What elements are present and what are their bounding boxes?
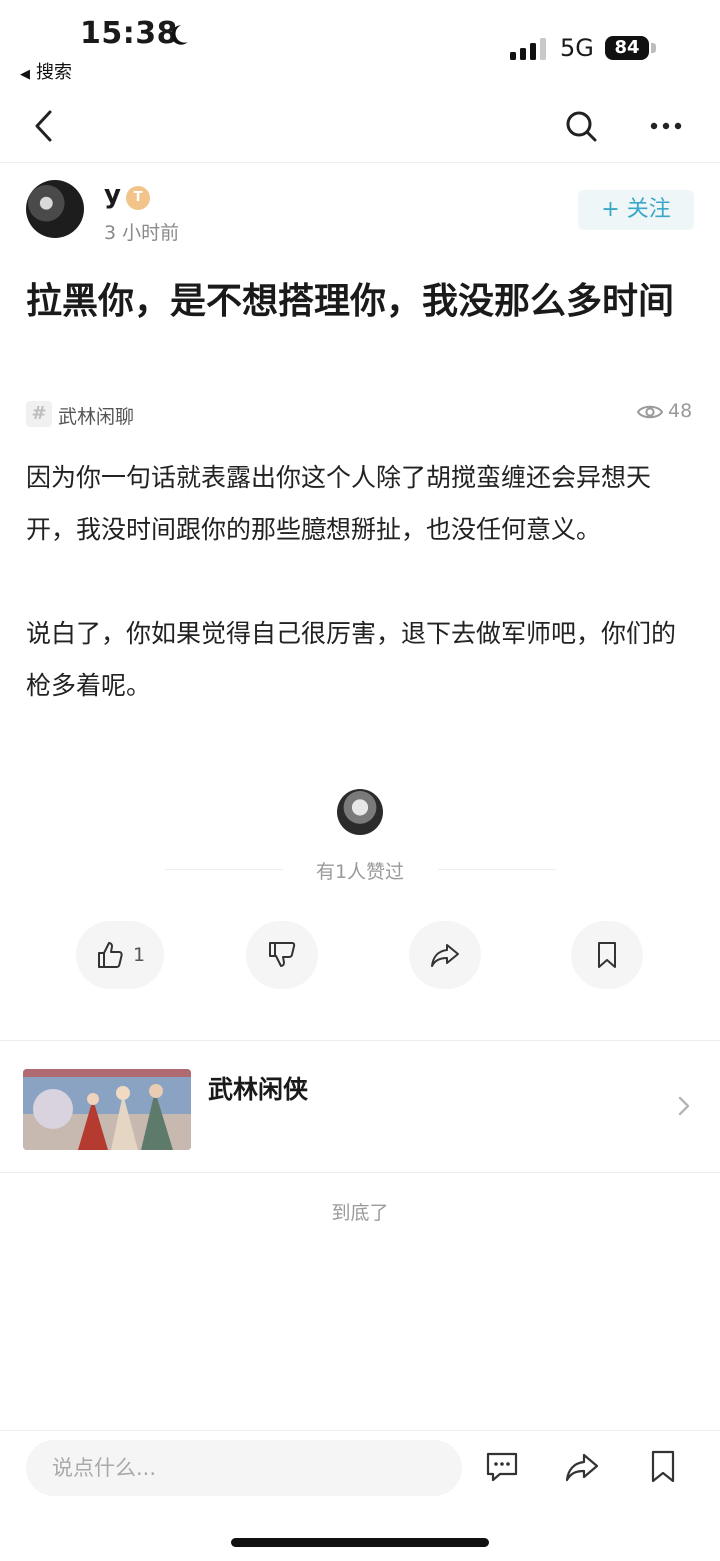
share-icon[interactable]: [564, 1450, 600, 1484]
comment-icon[interactable]: [484, 1450, 520, 1484]
eye-icon: [637, 405, 663, 419]
status-back-label: 搜索: [36, 62, 72, 83]
game-art: [23, 1069, 191, 1150]
battery-tip: [651, 43, 656, 53]
like-button[interactable]: 1: [76, 921, 164, 989]
liker-divider-left: [165, 869, 283, 870]
topic-tag[interactable]: 武林闲聊: [58, 402, 134, 429]
level-badge: T: [126, 186, 150, 210]
likes-summary[interactable]: 有1人赞过: [290, 857, 430, 884]
follow-button[interactable]: + 关注: [578, 190, 694, 230]
network-type: 5G: [560, 34, 594, 62]
share-button[interactable]: [409, 921, 481, 989]
thumbs-down-icon: [269, 942, 296, 967]
hashtag-icon: #: [26, 401, 52, 427]
back-arrow-icon[interactable]: [28, 106, 60, 146]
nav-divider: [0, 162, 720, 163]
end-of-list-text: 到底了: [331, 1202, 389, 1224]
section-divider: [0, 1172, 720, 1173]
chevron-right-icon[interactable]: [676, 1094, 692, 1118]
author-avatar[interactable]: [26, 180, 84, 238]
share-icon: [431, 944, 459, 967]
post-detail-page: 15:38 ◀ 搜索 5G 84 y T 3 小时前 + 关注 拉黑你，是不想搭理…: [0, 0, 720, 1561]
author-name[interactable]: y: [104, 180, 121, 210]
more-icon[interactable]: [648, 112, 684, 140]
comment-input[interactable]: [26, 1440, 462, 1496]
game-thumbnail[interactable]: [23, 1069, 191, 1150]
like-count: 1: [132, 944, 146, 966]
section-divider: [0, 1040, 720, 1041]
bookmark-button[interactable]: [571, 921, 643, 989]
game-title[interactable]: 武林闲侠: [208, 1070, 308, 1106]
bookmark-icon: [598, 942, 616, 968]
status-back-to-app[interactable]: ◀ 搜索: [20, 58, 72, 84]
dislike-button[interactable]: [246, 921, 318, 989]
post-body: 因为你一句话就表露出你这个人除了胡搅蛮缠还会异想天开，我没时间跟你的那些臆想掰扯…: [26, 452, 698, 712]
home-indicator[interactable]: [231, 1538, 489, 1547]
battery-level: 84: [605, 36, 649, 60]
view-count: 48: [668, 400, 693, 422]
signal-icon: [510, 38, 546, 60]
post-paragraph: 因为你一句话就表露出你这个人除了胡搅蛮缠还会异想天开，我没时间跟你的那些臆想掰扯…: [26, 463, 652, 544]
moon-icon: [171, 25, 188, 45]
status-time: 15:38: [80, 16, 178, 51]
post-time: 3 小时前: [104, 222, 180, 244]
bookmark-icon[interactable]: [648, 1449, 678, 1485]
back-triangle-icon: ◀: [20, 67, 30, 82]
thumbs-up-icon: [97, 942, 123, 968]
liker-avatar[interactable]: [337, 789, 383, 835]
liker-divider-right: [438, 869, 556, 870]
search-icon[interactable]: [563, 108, 599, 144]
post-title: 拉黑你，是不想搭理你，我没那么多时间: [26, 281, 675, 322]
bottom-bar-divider: [0, 1430, 720, 1431]
post-paragraph: 说白了，你如果觉得自己很厉害，退下去做军师吧，你们的枪多着呢。: [26, 619, 677, 700]
